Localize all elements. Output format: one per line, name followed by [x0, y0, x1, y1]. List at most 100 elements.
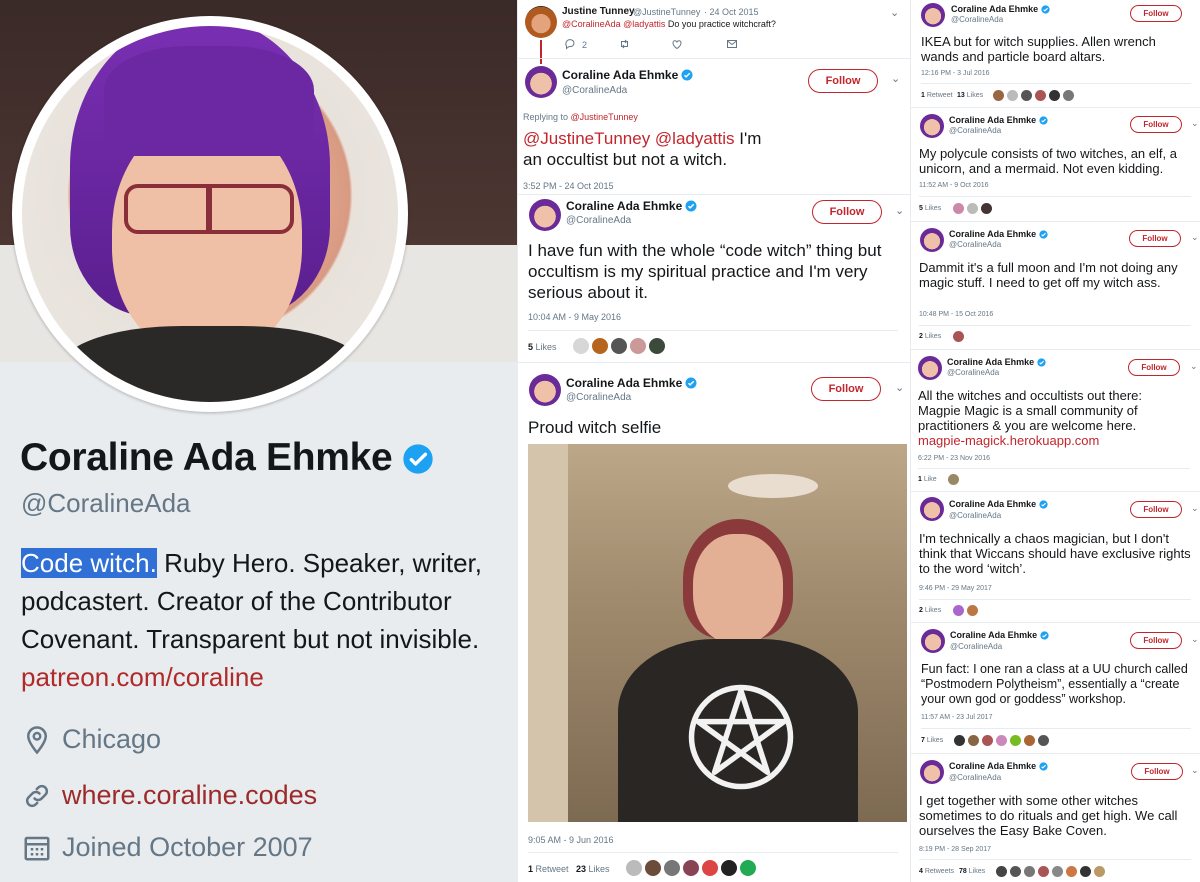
- retweets-count[interactable]: 4 Retweets: [919, 868, 954, 875]
- chevron-down-icon[interactable]: ⌄: [895, 204, 904, 217]
- avatar[interactable]: [921, 629, 945, 653]
- tweet-author-handle[interactable]: @CoralineAda: [566, 215, 631, 226]
- tweet-author-name[interactable]: Coraline Ada Ehmke: [949, 499, 1048, 509]
- avatar[interactable]: [920, 228, 944, 252]
- chevron-down-icon[interactable]: ⌄: [1191, 765, 1199, 776]
- tweet-timestamp[interactable]: 9:05 AM - 9 Jun 2016: [528, 835, 614, 845]
- verified-badge-icon: [1039, 230, 1048, 239]
- follow-button[interactable]: Follow: [811, 377, 881, 401]
- likes-count[interactable]: 13 Likes: [957, 92, 983, 99]
- tweet-author-handle[interactable]: @CoralineAda: [951, 15, 1003, 24]
- tweet-timestamp[interactable]: 9:46 PM - 29 May 2017: [919, 585, 992, 592]
- follow-button[interactable]: Follow: [1131, 763, 1183, 780]
- chevron-down-icon[interactable]: ⌄: [891, 72, 900, 85]
- tweet-author-handle[interactable]: @CoralineAda: [950, 642, 1002, 651]
- tweet-timestamp[interactable]: 11:57 AM - 23 Jul 2017: [921, 714, 992, 721]
- avatar[interactable]: [920, 760, 944, 784]
- avatar[interactable]: [921, 3, 945, 27]
- tweet-timestamp[interactable]: 8:19 PM - 28 Sep 2017: [919, 846, 991, 853]
- retweets-count[interactable]: 1 Retweet: [921, 92, 953, 99]
- tweet-author-name[interactable]: Coraline Ada Ehmke: [949, 115, 1048, 125]
- chevron-down-icon[interactable]: ⌄: [1191, 232, 1199, 243]
- likers-avatars[interactable]: [996, 866, 1105, 877]
- follow-button[interactable]: Follow: [1130, 116, 1182, 133]
- tweet-author-name[interactable]: Coraline Ada Ehmke: [951, 4, 1050, 14]
- avatar[interactable]: [920, 497, 944, 521]
- avatar[interactable]: [918, 356, 942, 380]
- likers-avatars[interactable]: [953, 331, 964, 342]
- chevron-down-icon[interactable]: ⌄: [1190, 361, 1198, 372]
- likes-count[interactable]: 78 Likes: [959, 868, 985, 875]
- avatar[interactable]: [525, 6, 557, 38]
- likers-avatars[interactable]: [953, 605, 978, 616]
- follow-button[interactable]: Follow: [1128, 359, 1180, 376]
- tweet-column-right: Coraline Ada Ehmke @CoralineAda Follow I…: [910, 0, 1200, 882]
- tweet-timestamp[interactable]: 11:52 AM - 9 Oct 2016: [919, 182, 989, 189]
- tweet-author-handle[interactable]: @CoralineAda: [947, 368, 999, 377]
- tweet-timestamp[interactable]: 6:22 PM - 23 Nov 2016: [918, 455, 990, 462]
- likers-avatars[interactable]: [953, 203, 992, 214]
- follow-button[interactable]: Follow: [1130, 501, 1182, 518]
- chevron-down-icon[interactable]: ⌄: [1191, 118, 1199, 129]
- profile-website[interactable]: where.coraline.codes: [22, 780, 317, 811]
- tweet-author-handle[interactable]: @CoralineAda: [949, 240, 1001, 249]
- retweet-icon[interactable]: [618, 38, 631, 50]
- tweet-author-name[interactable]: Coraline Ada Ehmke: [947, 357, 1046, 367]
- avatar[interactable]: [529, 199, 561, 231]
- chevron-down-icon[interactable]: ⌄: [895, 381, 904, 394]
- follow-button[interactable]: Follow: [808, 69, 878, 93]
- tweet-author-name[interactable]: Coraline Ada Ehmke: [562, 68, 693, 82]
- avatar[interactable]: [920, 114, 944, 138]
- tweet-timestamp[interactable]: 3:52 PM - 24 Oct 2015: [523, 181, 614, 191]
- tweet-author-handle[interactable]: @JustineTunney: [633, 7, 700, 17]
- likers-avatars[interactable]: [993, 90, 1074, 101]
- chevron-down-icon[interactable]: ⌄: [890, 6, 899, 19]
- tweet-date[interactable]: · 24 Oct 2015: [704, 7, 759, 17]
- likes-count[interactable]: 2 Likes: [919, 333, 941, 340]
- chevron-down-icon[interactable]: ⌄: [1191, 634, 1199, 645]
- likes-count[interactable]: 2 Likes: [919, 607, 941, 614]
- likes-count[interactable]: 5 Likes: [528, 342, 557, 352]
- follow-button[interactable]: Follow: [1130, 632, 1182, 649]
- likers-avatars[interactable]: [626, 860, 756, 876]
- tweet-author-name[interactable]: Coraline Ada Ehmke: [950, 630, 1049, 640]
- tweet-photo[interactable]: [528, 444, 907, 822]
- tweet-link[interactable]: magpie-magick.herokuapp.com: [918, 433, 1099, 448]
- profile-handle[interactable]: @CoralineAda: [21, 488, 190, 519]
- tweet-author-name[interactable]: Coraline Ada Ehmke: [949, 761, 1048, 771]
- message-icon[interactable]: [726, 38, 738, 50]
- tweet-author-handle[interactable]: @CoralineAda: [949, 126, 1001, 135]
- chevron-down-icon[interactable]: ⌄: [1191, 503, 1199, 514]
- avatar[interactable]: [529, 374, 561, 406]
- tweet-author-name[interactable]: Coraline Ada Ehmke: [949, 229, 1048, 239]
- follow-button[interactable]: Follow: [1129, 230, 1181, 247]
- tweet-timestamp[interactable]: 10:04 AM - 9 May 2016: [528, 312, 621, 322]
- tweet-author-handle[interactable]: @CoralineAda: [566, 392, 631, 403]
- likers-avatars[interactable]: [954, 735, 1049, 746]
- likes-count[interactable]: 23 Likes: [576, 864, 610, 874]
- bio-link[interactable]: patreon.com/coraline: [21, 662, 264, 692]
- likes-count[interactable]: 5 Likes: [919, 205, 941, 212]
- tweet-timestamp[interactable]: 12:16 PM - 3 Jul 2016: [921, 70, 990, 77]
- tweet-author-handle[interactable]: @CoralineAda: [562, 85, 627, 96]
- profile-avatar[interactable]: [22, 26, 398, 402]
- follow-button[interactable]: Follow: [1130, 5, 1182, 22]
- retweets-count[interactable]: 1 Retweet: [528, 864, 569, 874]
- likers-avatars[interactable]: [948, 474, 959, 485]
- likes-count[interactable]: 7 Likes: [921, 737, 943, 744]
- reply-icon[interactable]: [564, 38, 576, 50]
- tweet-author-handle[interactable]: @CoralineAda: [949, 511, 1001, 520]
- follow-button[interactable]: Follow: [812, 200, 882, 224]
- avatar[interactable]: [525, 66, 557, 98]
- website-link[interactable]: where.coraline.codes: [62, 780, 317, 811]
- tweet-author-name[interactable]: Coraline Ada Ehmke: [566, 199, 697, 213]
- tweet-timestamp[interactable]: 10:48 PM - 15 Oct 2016: [919, 311, 993, 318]
- tweet-author-handle[interactable]: @CoralineAda: [949, 773, 1001, 782]
- verified-badge-icon: [685, 377, 697, 389]
- tweet-author-name[interactable]: Coraline Ada Ehmke: [566, 376, 697, 390]
- like-icon[interactable]: [671, 38, 683, 50]
- tweet-author-name[interactable]: Justine Tunney: [562, 6, 635, 17]
- tweet-text: I'm technically a chaos magician, but I …: [919, 531, 1191, 576]
- likes-count[interactable]: 1 Like: [918, 476, 937, 483]
- likers-avatars[interactable]: [573, 338, 665, 354]
